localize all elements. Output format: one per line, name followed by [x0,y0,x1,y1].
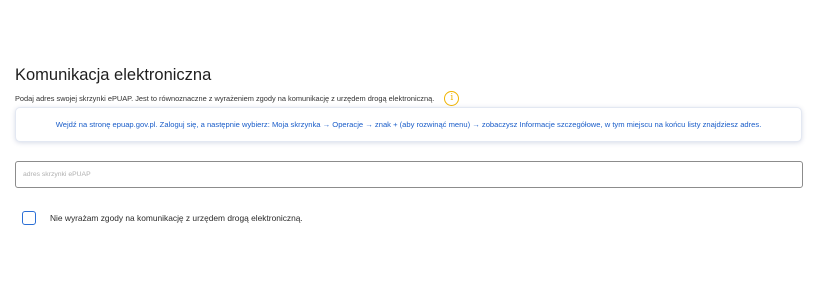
info-icon[interactable]: i [444,91,460,106]
epuap-address-input[interactable] [15,161,803,188]
section-title: Komunikacja elektroniczna [15,66,212,84]
consent-row[interactable]: Nie wyrażam zgody na komunikację z urzęd… [22,211,303,225]
tooltip-text: Wejdź na stronę epuap.gov.pl. Zaloguj si… [55,120,762,129]
consent-checkbox[interactable] [22,211,36,225]
section-subtitle: Podaj adres swojej skrzynki ePUAP. Jest … [15,94,435,103]
consent-label[interactable]: Nie wyrażam zgody na komunikację z urzęd… [50,213,303,223]
subtitle-row: Podaj adres swojej skrzynki ePUAP. Jest … [15,91,460,106]
info-tooltip: Wejdź na stronę epuap.gov.pl. Zaloguj si… [15,107,802,142]
page: Komunikacja elektroniczna Podaj adres sw… [0,0,814,298]
